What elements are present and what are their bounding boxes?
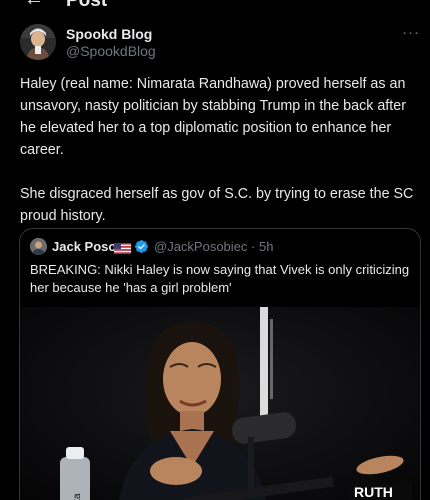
author-display-name[interactable]: Spookd Blog <box>66 26 152 42</box>
verified-badge-icon <box>134 239 149 254</box>
quoted-post-card[interactable]: Jack Poso @JackPosobiec · 5h BREAKING: N… <box>19 228 421 500</box>
author-avatar[interactable] <box>20 24 56 60</box>
quoted-post-video[interactable]: ita RUTH <box>20 307 420 500</box>
quoted-author-handle: @JackPosobiec <box>154 239 248 254</box>
quoted-author-avatar <box>30 238 47 255</box>
video-frame: ita RUTH <box>20 307 420 500</box>
post-paragraph: She disgraced herself as gov of S.C. by … <box>20 186 414 224</box>
post-text: Haley (real name: Nimarata Randhawa) pro… <box>20 73 420 227</box>
author-handle[interactable]: @SpookdBlog <box>66 43 156 59</box>
quoted-author-name: Jack Poso <box>52 239 117 254</box>
post-paragraph: Haley (real name: Nimarata Randhawa) pro… <box>20 76 406 158</box>
meta-separator: · <box>251 239 256 254</box>
quoted-post-text: BREAKING: Nikki Haley is now saying that… <box>30 262 410 295</box>
post-timestamp: 5h <box>259 239 274 254</box>
us-flag-icon <box>114 241 131 254</box>
quoted-post-header: Jack Poso @JackPosobiec · 5h <box>30 238 410 256</box>
post-author-row: Spookd Blog @SpookdBlog ··· <box>20 24 420 64</box>
video-overlay-text: RUTH <box>354 484 393 500</box>
quoted-author-meta: @JackPosobiec · 5h <box>154 239 273 254</box>
page-title: Post <box>66 0 108 11</box>
top-navigation-bar: ← Post <box>0 0 430 14</box>
bottle-label: ita <box>72 493 83 500</box>
back-arrow-icon[interactable]: ← <box>24 0 44 11</box>
more-options-icon[interactable]: ··· <box>402 24 420 41</box>
